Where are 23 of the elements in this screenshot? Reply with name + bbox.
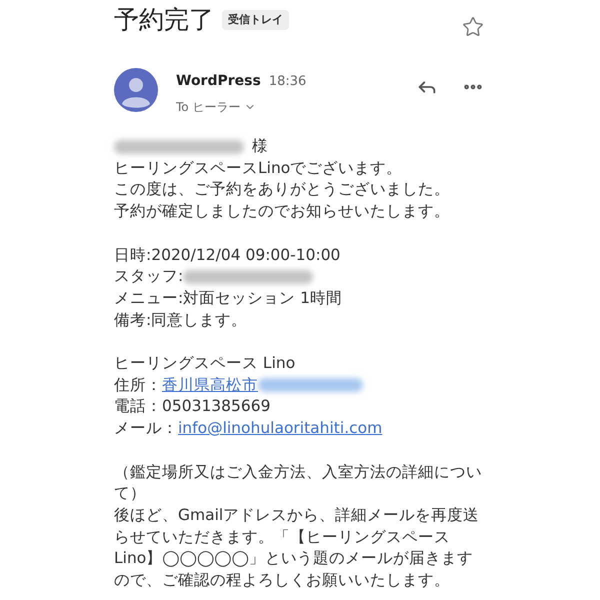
body-text: メニュー:対面セッション 1時間 [114, 288, 342, 307]
body-text: （鑑定場所又はご入金方法、入室方法の詳細について） [114, 462, 482, 502]
avatar-icon [114, 68, 158, 112]
body-text: 備考:同意します。 [114, 310, 248, 329]
body-text: スタッフ: [114, 267, 184, 286]
body-link[interactable]: 香川県高松市 [162, 376, 258, 394]
body-text: 様 [252, 137, 268, 155]
body-text: 予約が確定しましたのでお知らせいたします。 [114, 202, 450, 220]
body-text: 住所： [114, 376, 162, 394]
body-text: 後ほど、Gmailアドレスから、詳細メールを再度送らせていただきます。「【ヒーリングスペースLino】◯◯◯◯◯」という題のメールが届きますので、ご確認の程よろしくお願いいたします。 [114, 506, 480, 590]
email-subject: 予約完了 [114, 4, 214, 36]
body-text: 日時:2020/12/04 09:00-10:00 [114, 246, 340, 264]
body-text: ヒーリングスペースLinoでございます。 [114, 158, 402, 177]
body-link[interactable]: info@linohulaoritahiti.com [178, 419, 382, 438]
body-text: ヒーリングスペース Lino [114, 354, 296, 372]
recipient-text[interactable]: To ヒーラー [176, 98, 240, 116]
body-text: この度は、ご予約をありがとうございました。 [114, 180, 450, 198]
inbox-label[interactable]: 受信トレイ [222, 10, 289, 30]
body-text: メール： [114, 419, 178, 438]
star-icon[interactable] [462, 16, 484, 38]
body-text: 電話：05031385669 [114, 397, 270, 416]
sender-name: WordPress [176, 72, 261, 91]
sent-time: 18:36 [268, 73, 306, 91]
